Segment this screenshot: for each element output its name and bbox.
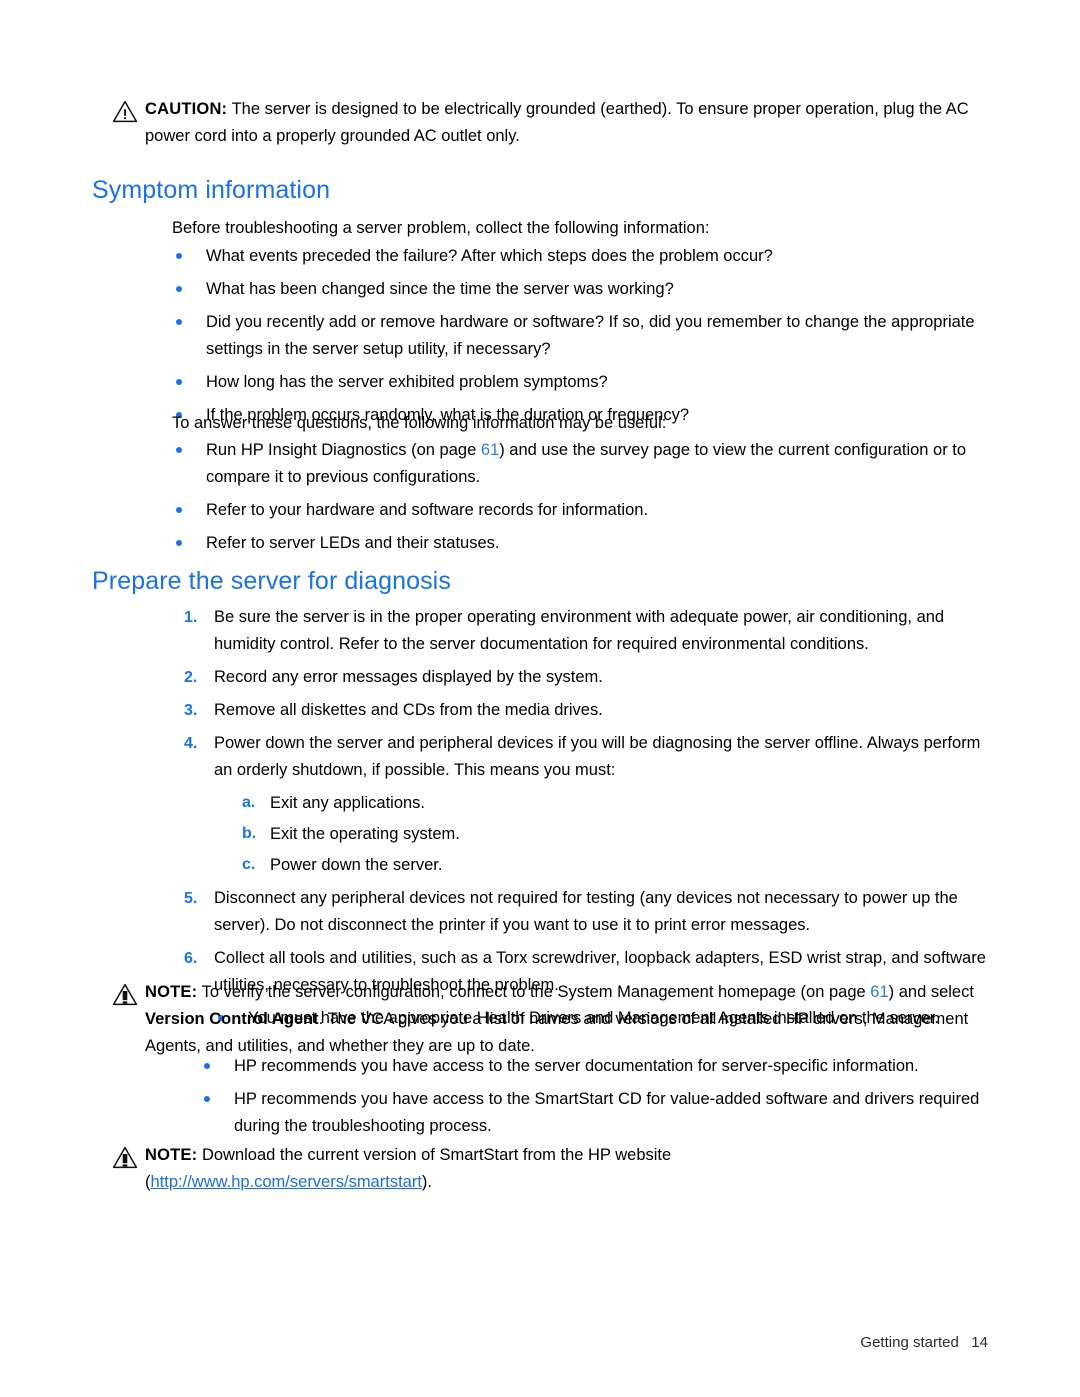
prepare-steps-list: 1. Be sure the server is in the proper o…	[172, 604, 992, 1032]
list-item-text: Refer to your hardware and software reco…	[206, 501, 649, 519]
bullet-dot-icon	[176, 286, 182, 292]
list-item: HP recommends you have access to the ser…	[200, 1053, 990, 1080]
list-item: What events preceded the failure? After …	[172, 243, 992, 270]
note-text-part2: ) and select	[888, 983, 974, 1001]
smartstart-url-link[interactable]: http://www.hp.com/servers/smartstart	[151, 1173, 422, 1191]
bullet-dot-icon	[204, 1063, 210, 1069]
note-admonition-2: NOTE: Download the current version of Sm…	[112, 1142, 992, 1196]
version-control-agent-term: Version Control Agent	[145, 1010, 319, 1028]
step-marker: 3.	[184, 702, 198, 719]
list-item-text: HP recommends you have access to the ser…	[234, 1057, 919, 1075]
bullet-dot-icon	[176, 507, 182, 513]
list-item: 1. Be sure the server is in the proper o…	[172, 604, 992, 658]
substeps-list: a. Exit any applications. b. Exit the op…	[214, 789, 992, 879]
list-item: Run HP Insight Diagnostics (on page 61) …	[172, 437, 992, 491]
step-marker: 6.	[184, 950, 198, 967]
note-body-1: NOTE: To verify the server configuration…	[145, 979, 992, 1060]
list-item-text: How long has the server exhibited proble…	[206, 373, 608, 391]
caution-label: CAUTION:	[145, 100, 228, 118]
list-item-text: Did you recently add or remove hardware …	[206, 313, 975, 358]
bullet-dot-icon	[176, 379, 182, 385]
step-marker: 4.	[184, 735, 198, 752]
list-item: a. Exit any applications.	[214, 789, 992, 817]
close-paren: ).	[421, 1173, 432, 1191]
step-text: Record any error messages displayed by t…	[214, 668, 603, 686]
bullet-dot-icon	[204, 1096, 210, 1102]
substep-marker: c.	[242, 856, 256, 873]
page-reference-link-61[interactable]: 61	[481, 441, 499, 459]
note-triangle-filled-icon	[112, 983, 138, 1007]
substep-text: Exit the operating system.	[270, 825, 460, 843]
step-text: Disconnect any peripheral devices not re…	[214, 889, 958, 934]
list-item-text-prefix: Run HP Insight Diagnostics (on page	[206, 441, 481, 459]
step-text: Remove all diskettes and CDs from the me…	[214, 701, 603, 719]
warning-triangle-outline-icon	[112, 100, 138, 124]
note-text: Download the current version of SmartSta…	[201, 1146, 672, 1164]
list-item: 4. Power down the server and peripheral …	[172, 730, 992, 879]
list-item: Refer to server LEDs and their statuses.	[172, 530, 992, 557]
step-marker: 5.	[184, 890, 198, 907]
note1-bullet-list: HP recommends you have access to the ser…	[200, 1053, 990, 1140]
step-marker: 2.	[184, 669, 198, 686]
bullet-dot-icon	[176, 253, 182, 259]
note-text-part1: To verify the server configuration, conn…	[201, 983, 871, 1001]
note-label: NOTE:	[145, 1146, 198, 1164]
answer-intro-paragraph: To answer these questions, the following…	[172, 414, 667, 432]
list-item: 2. Record any error messages displayed b…	[172, 664, 992, 691]
bullet-dot-icon	[176, 540, 182, 546]
list-item: Refer to your hardware and software reco…	[172, 497, 992, 524]
list-item-text: What has been changed since the time the…	[206, 280, 674, 298]
list-item: Did you recently add or remove hardware …	[172, 309, 992, 363]
substep-text: Power down the server.	[270, 856, 443, 874]
symptom-bullet-list: What events preceded the failure? After …	[172, 243, 992, 429]
symptom-intro-paragraph: Before troubleshooting a server problem,…	[172, 219, 710, 237]
note-triangle-filled-icon	[112, 1146, 138, 1170]
list-item: HP recommends you have access to the Sma…	[200, 1086, 990, 1140]
list-item: c. Power down the server.	[214, 851, 992, 879]
page-reference-link-61[interactable]: 61	[870, 983, 888, 1001]
symptom-information-heading: Symptom information	[92, 176, 331, 204]
list-item: 5. Disconnect any peripheral devices not…	[172, 885, 992, 939]
caution-admonition: CAUTION: The server is designed to be el…	[112, 96, 992, 150]
prepare-server-heading: Prepare the server for diagnosis	[92, 567, 451, 595]
caution-body: CAUTION: The server is designed to be el…	[145, 96, 992, 150]
note-label: NOTE:	[145, 983, 198, 1001]
list-item: What has been changed since the time the…	[172, 276, 992, 303]
list-item-text: What events preceded the failure? After …	[206, 247, 773, 265]
substep-text: Exit any applications.	[270, 794, 426, 812]
list-item-text: Refer to server LEDs and their statuses.	[206, 534, 500, 552]
bullet-dot-icon	[176, 447, 182, 453]
document-page: CAUTION: The server is designed to be el…	[0, 0, 1080, 1397]
page-footer: Getting started 14	[860, 1334, 988, 1351]
substep-marker: a.	[242, 794, 256, 811]
list-item: b. Exit the operating system.	[214, 820, 992, 848]
bullet-dot-icon	[176, 319, 182, 325]
list-item: How long has the server exhibited proble…	[172, 369, 992, 396]
note-admonition-1: NOTE: To verify the server configuration…	[112, 979, 992, 1060]
step-marker: 1.	[184, 609, 198, 626]
caution-text: The server is designed to be electricall…	[145, 100, 969, 145]
note-body-2: NOTE: Download the current version of Sm…	[145, 1142, 992, 1196]
step-text: Be sure the server is in the proper oper…	[214, 608, 945, 653]
substep-marker: b.	[242, 825, 257, 842]
answer-bullet-list: Run HP Insight Diagnostics (on page 61) …	[172, 437, 992, 557]
step-text: Power down the server and peripheral dev…	[214, 734, 981, 779]
list-item: 3. Remove all diskettes and CDs from the…	[172, 697, 992, 724]
list-item-text: HP recommends you have access to the Sma…	[234, 1090, 980, 1135]
